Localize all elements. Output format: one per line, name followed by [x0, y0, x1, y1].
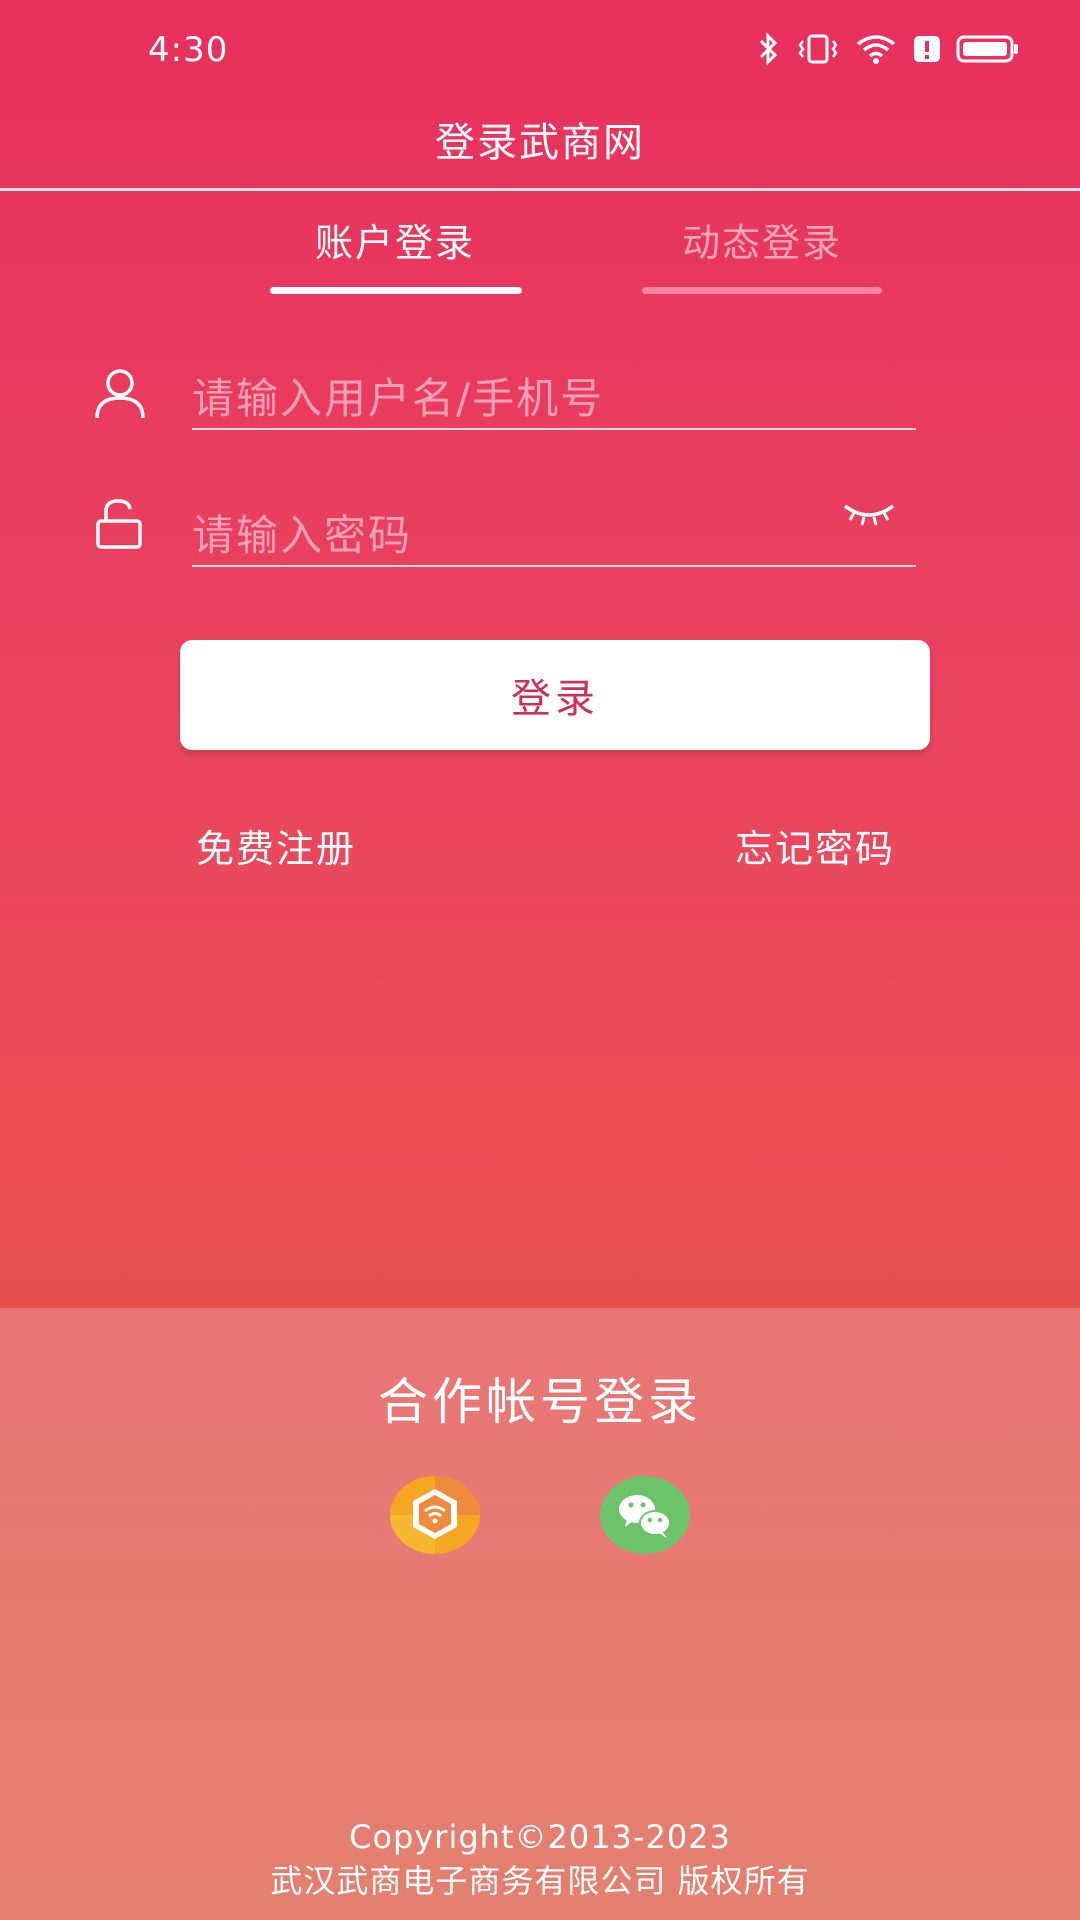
status-icons	[756, 32, 1020, 66]
lock-icon	[96, 499, 142, 549]
wushang-logo-icon[interactable]	[389, 1475, 481, 1555]
register-link[interactable]: 免费注册	[196, 818, 356, 873]
user-icon	[95, 369, 145, 419]
login-button[interactable]: 登录	[180, 640, 930, 750]
bluetooth-icon	[759, 32, 778, 66]
forgot-password-link[interactable]: 忘记密码	[735, 818, 895, 873]
vibrate-icon	[798, 34, 838, 64]
password-field[interactable]	[192, 505, 916, 567]
status-time: 4:30	[148, 30, 229, 70]
tab-dynamic-login[interactable]: 动态登录	[632, 212, 892, 267]
battery-icon	[956, 35, 1018, 63]
inactive-tab-indicator	[642, 287, 882, 294]
username-input[interactable]	[192, 368, 916, 428]
copyright-text: Copyright©2013-2023	[349, 1818, 731, 1856]
username-field[interactable]	[192, 368, 916, 430]
wechat-icon[interactable]	[599, 1475, 691, 1555]
password-input[interactable]	[192, 505, 916, 565]
header-divider	[0, 188, 1080, 191]
active-tab-indicator	[270, 287, 522, 294]
company-text: 武汉武商电子商务有限公司 版权所有	[270, 1862, 810, 1900]
tab-account-login[interactable]: 账户登录	[265, 212, 525, 267]
page-title: 登录武商网	[435, 120, 645, 166]
wifi-icon	[856, 35, 896, 64]
alert-icon	[914, 36, 940, 62]
eye-closed-icon[interactable]	[842, 500, 896, 530]
status-bar: 4:30	[0, 0, 1080, 100]
partner-login-title: 合作帐号登录	[378, 1373, 702, 1431]
